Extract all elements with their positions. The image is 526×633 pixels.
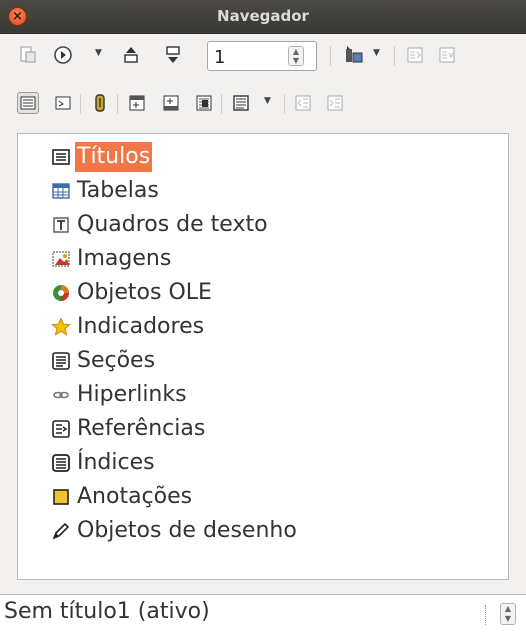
headings-icon — [51, 147, 71, 167]
tree-item-quadros[interactable]: Quadros de texto — [51, 209, 270, 241]
navigator-tree[interactable]: Títulos Tabelas Quadros de texto Imagens… — [17, 133, 509, 580]
tree-item-indices[interactable]: Índices — [51, 447, 157, 479]
heading-levels-icon[interactable] — [230, 92, 252, 114]
image-icon — [51, 249, 71, 269]
text-frame-icon — [51, 215, 71, 235]
tree-item-label: Imagens — [77, 246, 172, 271]
tree-item-label: Seções — [77, 348, 156, 373]
tree-item-tabelas[interactable]: Tabelas — [51, 175, 161, 207]
demote-icon[interactable] — [436, 44, 458, 66]
toolbar-separator — [80, 94, 81, 114]
outline-right-icon[interactable] — [324, 92, 346, 114]
ole-object-icon — [51, 283, 71, 303]
annotation-icon — [51, 487, 71, 507]
bookmark-star-icon — [51, 317, 71, 337]
toolbar-separator — [221, 94, 222, 114]
hyperlink-icon — [51, 385, 71, 405]
tree-item-label: Anotações — [77, 484, 193, 509]
drawing-object-icon — [51, 521, 71, 541]
heading-levels-dropdown-arrow[interactable]: ▼ — [263, 97, 272, 106]
page-number-field[interactable]: 1 ▲ ▼ — [207, 41, 317, 71]
tree-item-label: Objetos de desenho — [77, 518, 297, 543]
tree-item-label: Quadros de texto — [77, 212, 268, 237]
navigator-toolbar-top: ▼ 1 ▲ ▼ ▼ — [0, 36, 526, 76]
document-selector-value: Sem título1 (ativo) — [4, 599, 210, 624]
tree-item-label: Títulos — [75, 142, 153, 172]
reminder-icon[interactable] — [89, 92, 111, 114]
document-selector[interactable]: Sem título1 (ativo) ▲ ▼ — [0, 594, 526, 633]
navigation-icon[interactable] — [52, 44, 74, 66]
tree-item-referencias[interactable]: Referências — [51, 413, 207, 445]
title-bar: × Navegador — [0, 0, 526, 34]
tree-item-imagens[interactable]: Imagens — [51, 243, 173, 275]
page-number-value: 1 — [214, 47, 226, 68]
drag-mode-icon[interactable] — [343, 44, 365, 66]
anchor-icon[interactable] — [193, 92, 215, 114]
tree-item-desenho[interactable]: Objetos de desenho — [51, 515, 299, 547]
tree-item-anotacoes[interactable]: Anotações — [51, 481, 194, 513]
previous-icon[interactable] — [120, 44, 142, 66]
tree-item-secoes[interactable]: Seções — [51, 345, 157, 377]
tree-item-ole[interactable]: Objetos OLE — [51, 277, 214, 309]
chevron-updown-icon[interactable]: ▲ ▼ — [500, 603, 516, 625]
outline-left-icon[interactable] — [292, 92, 314, 114]
header-icon[interactable] — [126, 92, 148, 114]
navigation-dropdown-arrow[interactable]: ▼ — [94, 49, 103, 58]
tree-item-label: Indicadores — [77, 314, 205, 339]
combo-divider — [485, 605, 486, 625]
tree-item-titulos[interactable]: Títulos — [51, 141, 153, 173]
tree-item-label: Índices — [77, 450, 155, 475]
toolbar-separator — [117, 94, 118, 114]
toggle-icon[interactable] — [17, 44, 39, 66]
content-view-icon[interactable] — [52, 92, 74, 114]
page-spin-buttons[interactable]: ▲ ▼ — [288, 46, 306, 66]
window-title: Navegador — [217, 7, 309, 25]
toolbar-separator — [284, 94, 285, 114]
toolbar-separator — [394, 46, 395, 66]
tree-item-label: Referências — [77, 416, 206, 441]
tree-item-hiperlinks[interactable]: Hiperlinks — [51, 379, 189, 411]
section-icon — [51, 351, 71, 371]
tree-item-indicadores[interactable]: Indicadores — [51, 311, 206, 343]
next-icon[interactable] — [162, 44, 184, 66]
tree-item-label: Hiperlinks — [77, 382, 187, 407]
table-icon — [51, 181, 71, 201]
reference-icon — [51, 419, 71, 439]
toolbar-separator — [330, 46, 331, 66]
promote-icon[interactable] — [404, 44, 426, 66]
tree-item-label: Tabelas — [77, 178, 159, 203]
navigator-toolbar-bottom: ▼ — [0, 84, 526, 124]
index-icon — [51, 453, 71, 473]
list-box-icon[interactable] — [17, 92, 39, 114]
tree-item-label: Objetos OLE — [77, 280, 212, 305]
footer-icon[interactable] — [160, 92, 182, 114]
drag-mode-dropdown-arrow[interactable]: ▼ — [372, 49, 381, 58]
